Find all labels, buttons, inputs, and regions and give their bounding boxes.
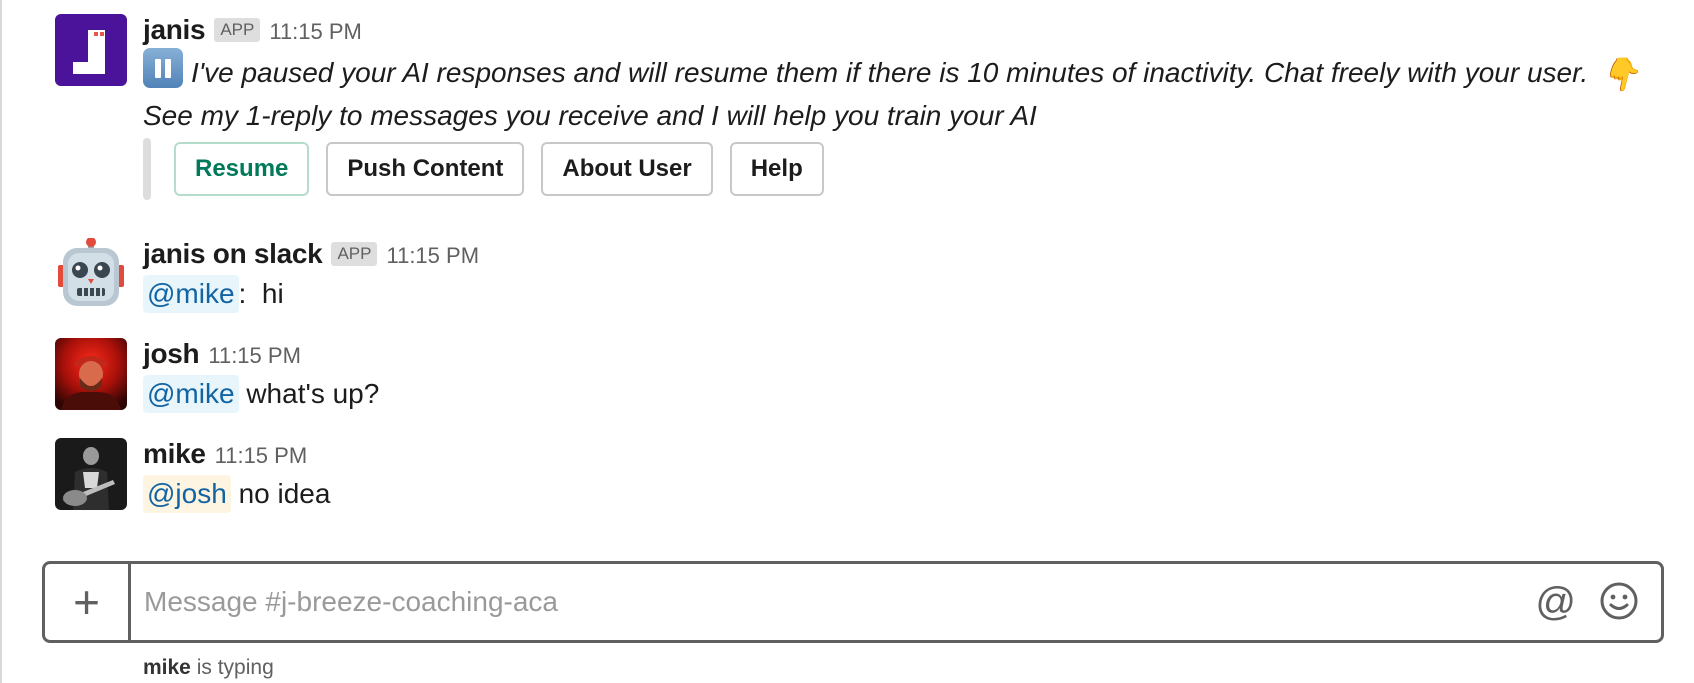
smiley-icon xyxy=(1600,582,1638,620)
at-sign-icon: @ xyxy=(1535,580,1576,624)
add-attachment-button[interactable]: + xyxy=(45,564,131,640)
message-text-line-2: See my 1-reply to messages you receive a… xyxy=(143,100,1037,131)
timestamp[interactable]: 11:15 PM xyxy=(208,343,301,369)
action-buttons: Resume Push Content About User Help xyxy=(174,142,824,196)
message-text: @mike: hi xyxy=(143,272,1674,316)
robot-face-icon[interactable] xyxy=(55,238,127,310)
message-composer: + Message #j-breeze-coaching-aca @ xyxy=(42,561,1664,643)
user-mention[interactable]: @mike xyxy=(143,375,239,413)
sender-name[interactable]: mike xyxy=(143,438,206,470)
resume-button[interactable]: Resume xyxy=(174,142,310,196)
pause-button-emoji-icon xyxy=(143,48,183,88)
mention-button[interactable]: @ xyxy=(1535,580,1576,624)
janis-logo-icon[interactable] xyxy=(55,14,127,86)
plus-icon: + xyxy=(73,576,100,628)
push-content-button[interactable]: Push Content xyxy=(326,142,525,196)
avatar[interactable] xyxy=(55,438,127,510)
typing-text: is typing xyxy=(190,656,274,679)
message-text: @mike what's up? xyxy=(143,372,1674,416)
user-mention[interactable]: @josh xyxy=(143,475,231,513)
message-input[interactable]: Message #j-breeze-coaching-aca xyxy=(144,564,558,640)
message-body: no idea xyxy=(230,478,331,509)
message-text: @josh no idea xyxy=(143,472,1674,516)
message-body: what's up? xyxy=(238,378,380,409)
timestamp[interactable]: 11:15 PM xyxy=(269,19,362,45)
avatar[interactable] xyxy=(55,338,127,410)
message-body: : hi xyxy=(238,278,284,309)
emoji-button[interactable] xyxy=(1599,581,1639,621)
message-text-line-1: I've paused your AI responses and will r… xyxy=(191,57,1589,88)
about-user-button[interactable]: About User xyxy=(541,142,713,196)
typing-indicator: mike is typing xyxy=(143,656,274,680)
timestamp[interactable]: 11:15 PM xyxy=(386,243,479,269)
sender-name[interactable]: janis on slack xyxy=(143,238,323,270)
left-border xyxy=(0,0,2,683)
app-badge: APP xyxy=(331,242,378,266)
typing-user: mike xyxy=(143,656,191,679)
timestamp[interactable]: 11:15 PM xyxy=(215,443,308,469)
app-badge: APP xyxy=(214,18,261,42)
help-button[interactable]: Help xyxy=(729,142,824,196)
sender-name[interactable]: janis xyxy=(143,14,206,46)
pointing-down-emoji-icon: 👇 xyxy=(1600,56,1640,92)
message-text: I've paused your AI responses and will r… xyxy=(143,48,1674,96)
attachment-bar xyxy=(143,138,151,200)
sender-name[interactable]: josh xyxy=(143,338,200,370)
user-mention[interactable]: @mike xyxy=(143,275,239,313)
